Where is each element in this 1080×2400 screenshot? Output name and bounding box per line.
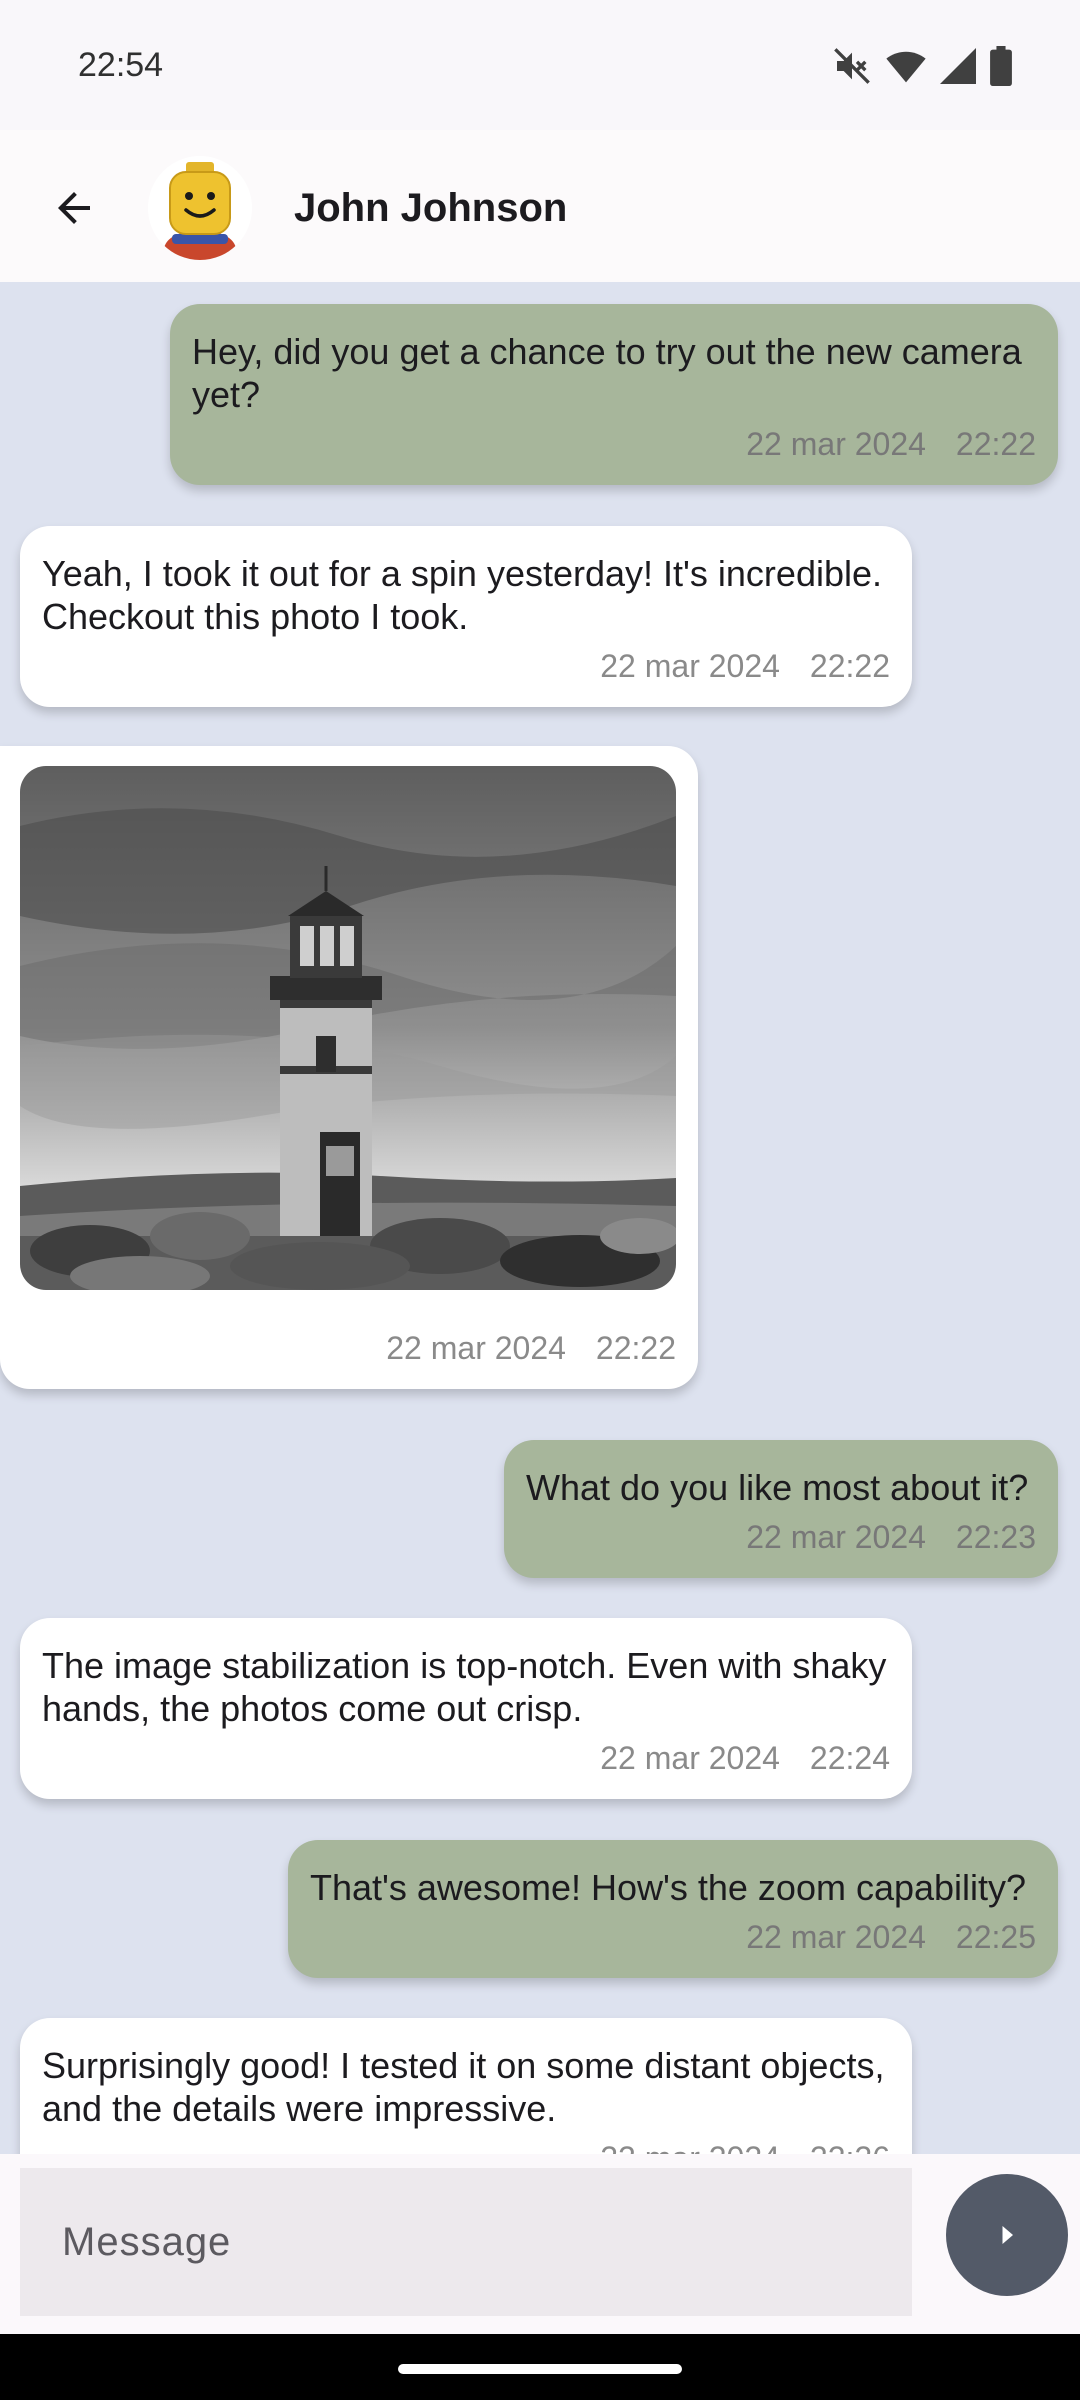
message-meta: 22 mar 2024 22:25	[310, 1919, 1036, 1956]
lighthouse-photo[interactable]	[20, 766, 676, 1290]
battery-icon	[990, 46, 1012, 86]
message-text: Hey, did you get a chance to try out the…	[192, 331, 1022, 415]
message-date: 22 mar 2024	[386, 1330, 566, 1366]
message-date: 22 mar 2024	[600, 648, 780, 684]
lego-head-avatar	[148, 156, 252, 260]
arrow-back-icon	[58, 192, 90, 224]
message-time: 22:22	[595, 1330, 676, 1366]
contact-name: John Johnson	[294, 186, 568, 230]
message-date: 22 mar 2024	[746, 1519, 926, 1555]
message-text: Surprisingly good! I tested it on some d…	[42, 2045, 885, 2129]
wifi-icon	[886, 51, 926, 83]
message-meta: 22 mar 2024 22:22	[20, 1330, 676, 1367]
message-meta: 22 mar 2024 22:22	[192, 426, 1036, 463]
message-meta: 22 mar 2024 22:22	[42, 648, 890, 685]
message-bubble-incoming[interactable]: Yeah, I took it out for a spin yesterday…	[20, 526, 912, 707]
message-bubble-outgoing[interactable]: Hey, did you get a chance to try out the…	[170, 304, 1058, 485]
message-input[interactable]	[20, 2168, 912, 2316]
composer	[0, 2154, 1080, 2334]
app-bar: John Johnson	[0, 130, 1080, 282]
message-date: 22 mar 2024	[600, 2140, 780, 2154]
send-icon	[1002, 2226, 1013, 2244]
message-date: 22 mar 2024	[746, 1919, 926, 1955]
message-meta: 22 mar 2024 22:26	[42, 2140, 890, 2154]
image-message-bubble[interactable]: 22 mar 2024 22:22	[0, 746, 698, 1389]
message-text: What do you like most about it?	[526, 1467, 1029, 1508]
message-date: 22 mar 2024	[746, 426, 926, 462]
signal-icon	[940, 48, 976, 84]
home-indicator[interactable]	[398, 2364, 682, 2374]
mute-icon	[834, 48, 870, 84]
message-time: 22:25	[955, 1919, 1036, 1955]
message-time: 22:22	[955, 426, 1036, 462]
message-bubble-incoming[interactable]: The image stabilization is top-notch. Ev…	[20, 1618, 912, 1799]
message-meta: 22 mar 2024 22:23	[526, 1519, 1036, 1556]
navigation-bar	[0, 2334, 1080, 2400]
message-bubble-outgoing[interactable]: What do you like most about it? 22 mar 2…	[504, 1440, 1058, 1578]
message-bubble-outgoing[interactable]: That's awesome! How's the zoom capabilit…	[288, 1840, 1058, 1978]
status-icons	[832, 46, 1012, 86]
message-meta: 22 mar 2024 22:24	[42, 1740, 890, 1777]
status-time: 22:54	[78, 46, 164, 84]
message-text: That's awesome! How's the zoom capabilit…	[310, 1867, 1027, 1908]
message-time: 22:24	[809, 1740, 890, 1776]
message-text: Yeah, I took it out for a spin yesterday…	[42, 553, 883, 637]
back-button[interactable]	[36, 170, 112, 246]
status-bar: 22:54	[0, 0, 1080, 130]
message-time: 22:26	[810, 2140, 890, 2154]
message-time: 22:23	[955, 1519, 1036, 1555]
message-bubble-incoming[interactable]: Surprisingly good! I tested it on some d…	[20, 2018, 912, 2154]
avatar[interactable]	[148, 156, 252, 260]
message-text: The image stabilization is top-notch. Ev…	[42, 1645, 887, 1729]
send-button[interactable]	[946, 2174, 1068, 2296]
chat-area[interactable]: Hey, did you get a chance to try out the…	[0, 282, 1080, 2154]
message-date: 22 mar 2024	[600, 1740, 780, 1776]
message-time: 22:22	[809, 648, 890, 684]
